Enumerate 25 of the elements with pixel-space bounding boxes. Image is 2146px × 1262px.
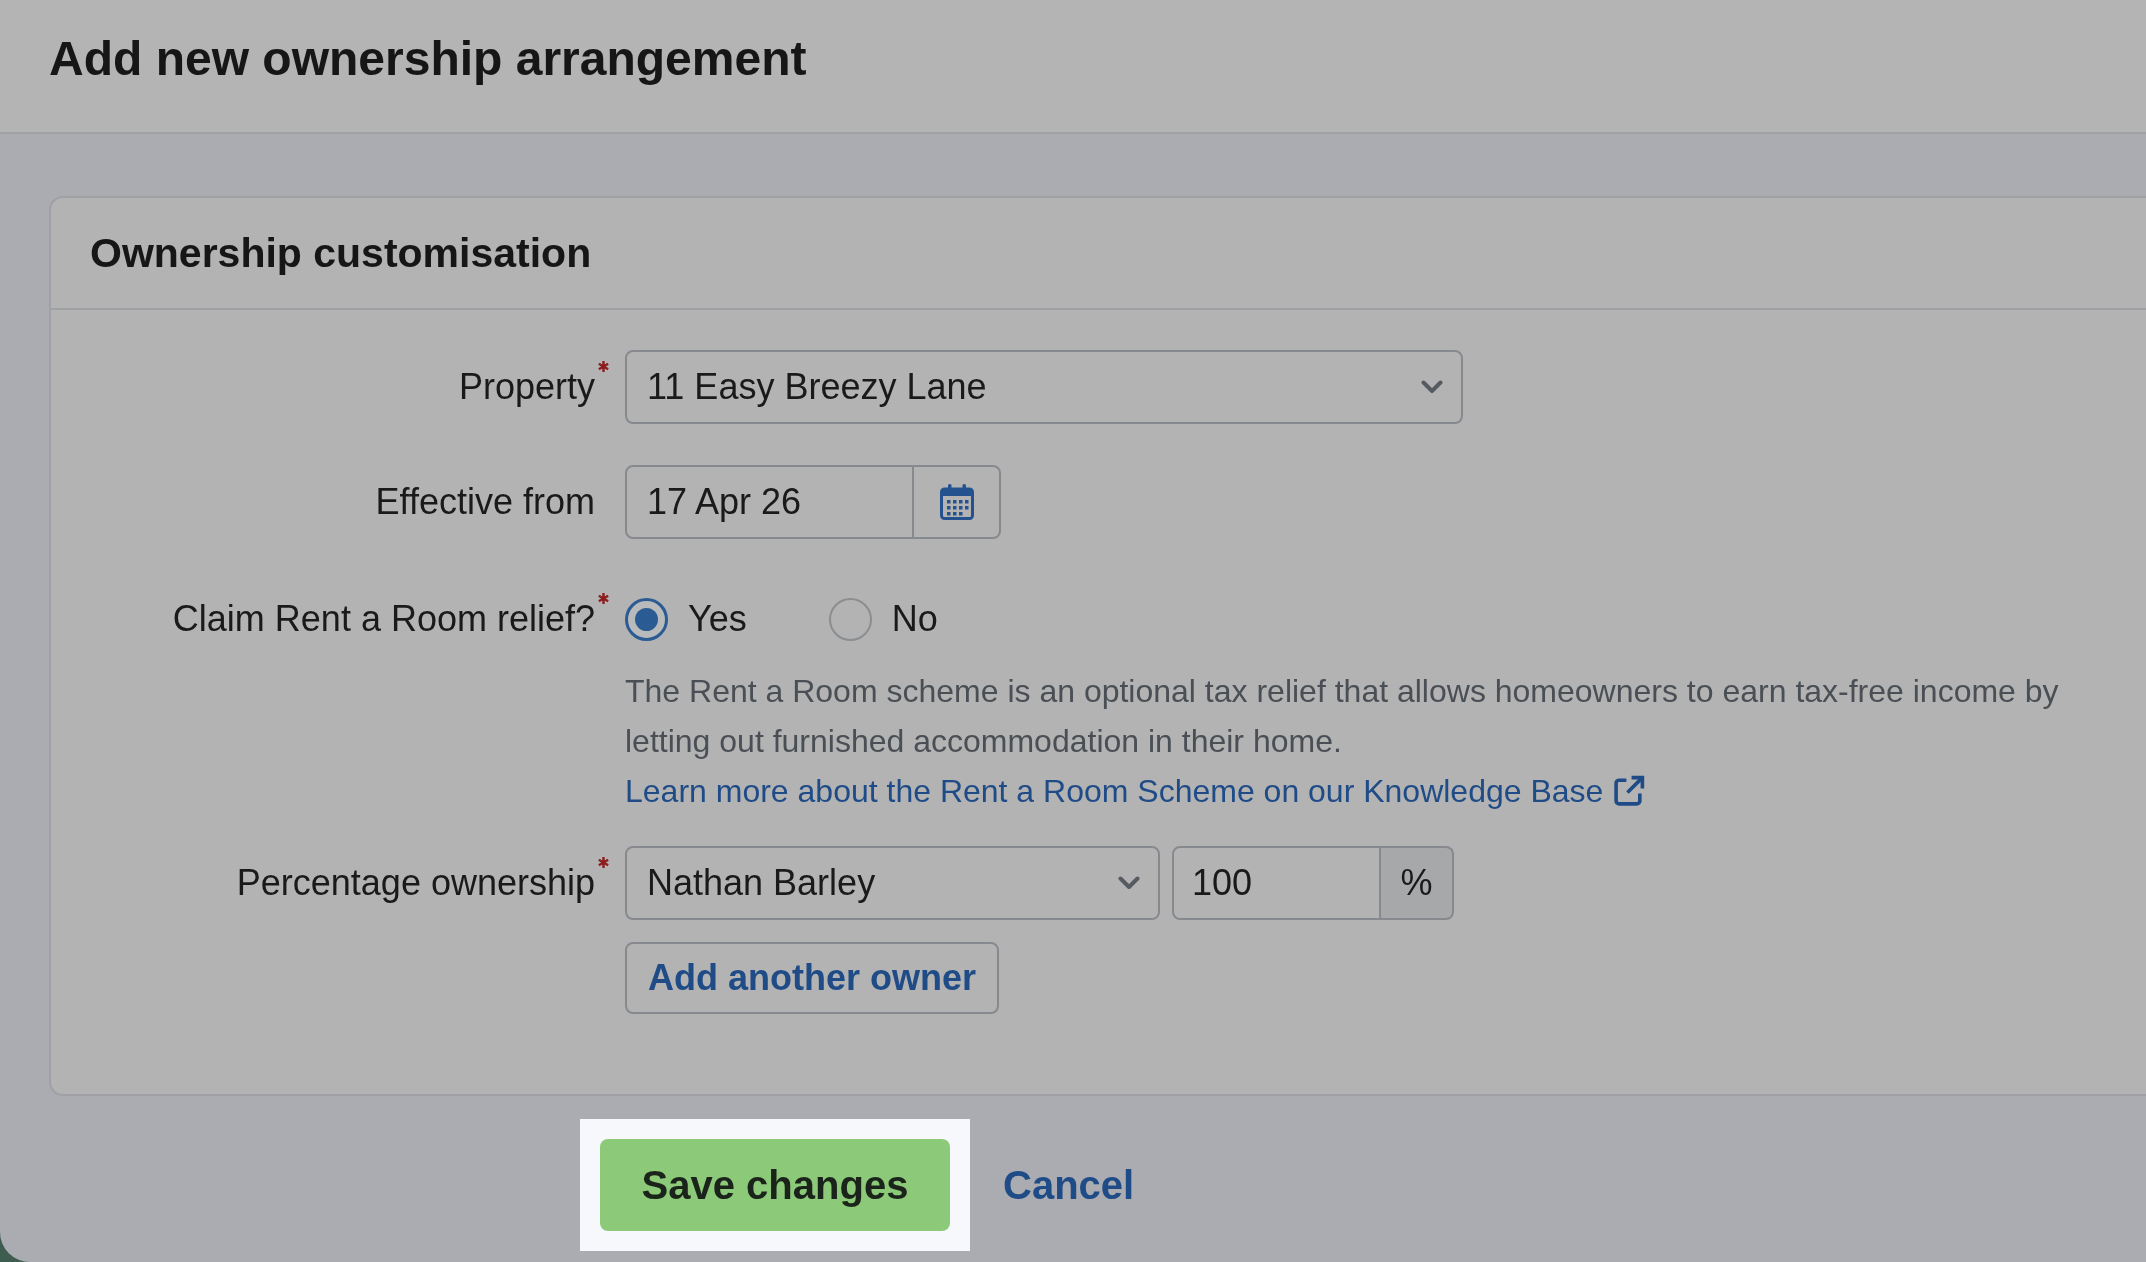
percentage-field[interactable]: 100 [1172, 846, 1381, 920]
field-label: Claim Rent a Room relief? [172, 598, 595, 639]
page-title: Add new ownership arrangement [49, 31, 807, 87]
date-field[interactable]: 17 Apr 26 [625, 465, 914, 539]
radio-label[interactable]: Yes [688, 597, 747, 641]
radio-button[interactable] [828, 597, 872, 641]
section-title: Ownership customisation [90, 229, 592, 278]
field-label: Property [458, 366, 595, 407]
owner-select[interactable]: Nathan Barley [625, 846, 1160, 920]
chevron-down-icon [1118, 875, 1140, 891]
knowledge-base-link[interactable]: Learn more about the Rent a Room Scheme on our Knowledge Base [625, 773, 1647, 809]
field-label: Percentage ownership [236, 862, 595, 903]
radio-label[interactable]: No [891, 597, 938, 641]
percent-addon: % [1381, 846, 1454, 920]
property-select[interactable]: 11 Easy Breezy Lane [625, 350, 1463, 424]
cancel-link[interactable]: Cancel [1003, 1160, 1135, 1210]
calendar-icon [939, 484, 974, 520]
add-owner-button[interactable]: Add another owner [625, 942, 999, 1014]
calendar-button[interactable] [914, 465, 1001, 539]
radio-button[interactable] [625, 597, 668, 641]
save-button[interactable]: Save changes [600, 1139, 950, 1231]
field-label: Effective from [375, 481, 595, 522]
chevron-down-icon [1421, 379, 1443, 395]
external-link-icon [1613, 774, 1647, 807]
help-text: The Rent a Room scheme is an optional tax relief that allows homeowners to earn tax-free income by letting out furnished accommodation in their home. Learn more about the Rent a Room Scheme on our Knowledge Base [625, 672, 2060, 811]
